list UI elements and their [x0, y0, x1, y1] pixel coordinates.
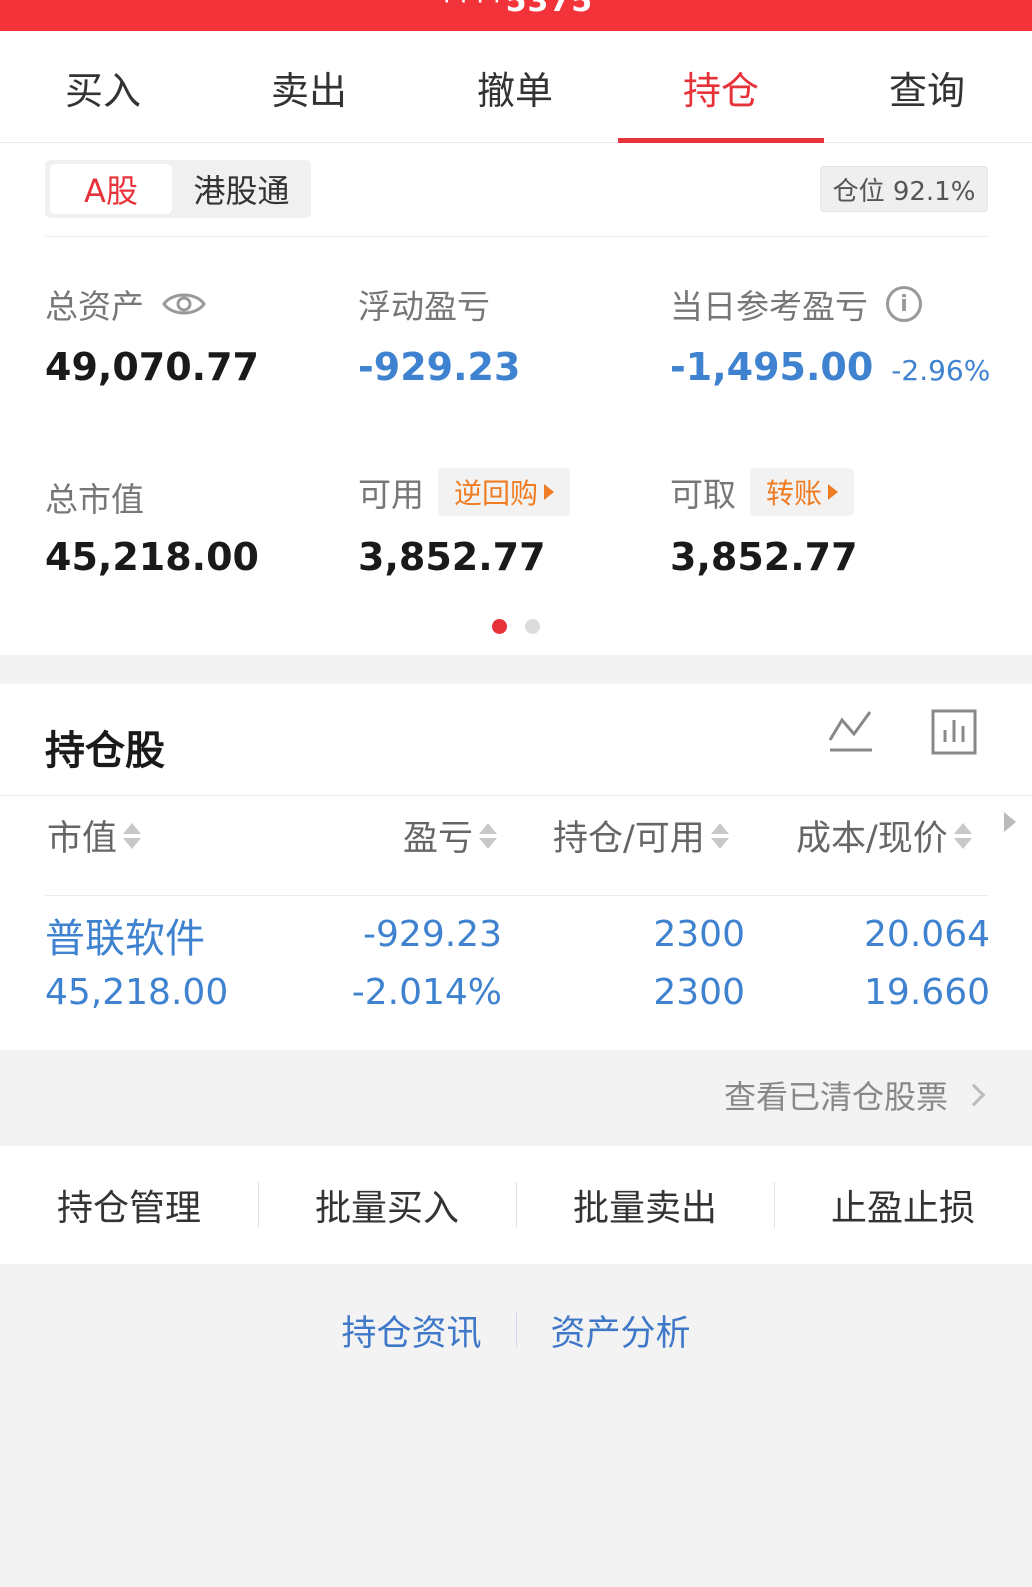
account-number: ****5375 [438, 0, 594, 19]
chevron-right-icon [962, 1083, 986, 1107]
withdrawable-label: 可取 转账 [670, 468, 855, 516]
bar-chart-icon[interactable] [930, 706, 980, 756]
floating-pnl-value: -929.23 [358, 345, 521, 389]
holdings-section: 持仓股 市值 盈亏 持仓/可用 成本/现价 普联软件 45,218.00 -92… [0, 684, 1032, 1050]
tab-sell[interactable]: 卖出 [206, 31, 412, 143]
eye-icon[interactable] [162, 289, 206, 319]
sort-icon [479, 822, 498, 849]
column-position-label: 持仓/可用 [553, 819, 705, 859]
batch-sell-button[interactable]: 批量卖出 [516, 1146, 774, 1264]
market-option-hk-connect[interactable]: 港股通 [172, 164, 311, 214]
page-indicator [0, 619, 1032, 634]
tab-buy[interactable]: 买入 [0, 31, 206, 143]
reverse-repo-button[interactable]: 逆回购 [438, 468, 571, 516]
divider [0, 795, 1032, 796]
market-value-label: 总市值 [45, 480, 144, 519]
transfer-button[interactable]: 转账 [750, 468, 855, 516]
asset-analysis-link[interactable]: 资产分析 [517, 1305, 725, 1356]
total-assets-value: 49,070.77 [45, 345, 259, 389]
total-assets-label-text: 总资产 [45, 287, 144, 326]
column-market-value[interactable]: 市值 [47, 810, 142, 861]
transfer-label: 转账 [766, 477, 823, 510]
stock-pnl: -929.23 [363, 914, 502, 955]
column-market-value-label: 市值 [47, 819, 118, 859]
take-profit-stop-loss-button[interactable]: 止盈止损 [774, 1146, 1032, 1264]
info-icon[interactable]: i [886, 286, 922, 322]
bottom-links: 持仓资讯 资产分析 [0, 1300, 1032, 1360]
available-label: 可用 逆回购 [358, 468, 571, 516]
stock-market-value: 45,218.00 [45, 972, 229, 1013]
sort-icon [953, 822, 972, 849]
tab-cancel-order[interactable]: 撤单 [412, 31, 618, 143]
column-position-available[interactable]: 持仓/可用 [553, 810, 729, 861]
available-value: 3,852.77 [358, 535, 546, 579]
total-assets-label: 总资产 [45, 280, 206, 328]
cleared-stocks-label: 查看已清仓股票 [723, 1078, 948, 1116]
position-actions: 持仓管理 批量买入 批量卖出 止盈止损 [0, 1146, 1032, 1264]
cleared-stocks-link[interactable]: 查看已清仓股票 [723, 1072, 986, 1118]
stock-name: 普联软件 [45, 916, 205, 962]
stock-pnl-percent: -2.014% [351, 972, 502, 1013]
scroll-right-icon[interactable] [1004, 812, 1016, 832]
stock-available: 2300 [653, 972, 745, 1013]
batch-buy-button[interactable]: 批量买入 [258, 1146, 516, 1264]
market-option-a-share[interactable]: A股 [50, 164, 172, 214]
market-switch: A股 港股通 [45, 160, 311, 218]
stock-position: 2300 [653, 914, 745, 955]
sort-icon [123, 822, 142, 849]
line-chart-icon[interactable] [826, 706, 876, 756]
cleared-stocks-bar: 查看已清仓股票 [0, 1050, 1032, 1146]
tab-positions[interactable]: 持仓 [618, 31, 824, 143]
column-cost-price[interactable]: 成本/现价 [796, 810, 972, 861]
divider [45, 895, 988, 896]
today-pnl-value: -1,495.00 -2.96% [670, 345, 990, 389]
withdrawable-label-text: 可取 [670, 475, 736, 514]
today-pnl-label-text: 当日参考盈亏 [670, 287, 868, 326]
position-news-link[interactable]: 持仓资讯 [307, 1305, 515, 1356]
asset-summary-panel: A股 港股通 仓位 92.1% 总资产 浮动盈亏 当日参考盈亏 i 49,070… [0, 143, 1032, 655]
market-value-value: 45,218.00 [45, 535, 259, 579]
floating-pnl-label: 浮动盈亏 [358, 287, 490, 326]
holdings-title: 持仓股 [45, 728, 165, 774]
divider [45, 236, 988, 237]
position-manage-button[interactable]: 持仓管理 [0, 1146, 258, 1264]
page-dot[interactable] [525, 619, 540, 634]
column-pnl-label: 盈亏 [403, 819, 474, 859]
today-pnl-percent: -2.96% [891, 354, 991, 387]
trade-tabs: 买入 卖出 撤单 持仓 查询 [0, 31, 1032, 143]
column-cost-price-label: 成本/现价 [796, 819, 948, 859]
position-ratio-badge[interactable]: 仓位 92.1% [820, 166, 988, 212]
play-arrow-icon [544, 484, 555, 500]
stock-price: 19.660 [864, 972, 990, 1013]
account-header: ****5375 [0, 0, 1032, 31]
reverse-repo-label: 逆回购 [454, 477, 539, 510]
sort-icon [710, 822, 729, 849]
play-arrow-icon [828, 484, 839, 500]
withdrawable-value: 3,852.77 [670, 535, 858, 579]
today-pnl-label: 当日参考盈亏 i [670, 280, 922, 328]
stock-cost: 20.064 [864, 914, 990, 955]
today-pnl-amount: -1,495.00 [670, 345, 874, 389]
column-pnl[interactable]: 盈亏 [403, 810, 498, 861]
page-dot-active[interactable] [492, 619, 507, 634]
tab-query[interactable]: 查询 [824, 31, 1030, 143]
available-label-text: 可用 [358, 475, 424, 514]
